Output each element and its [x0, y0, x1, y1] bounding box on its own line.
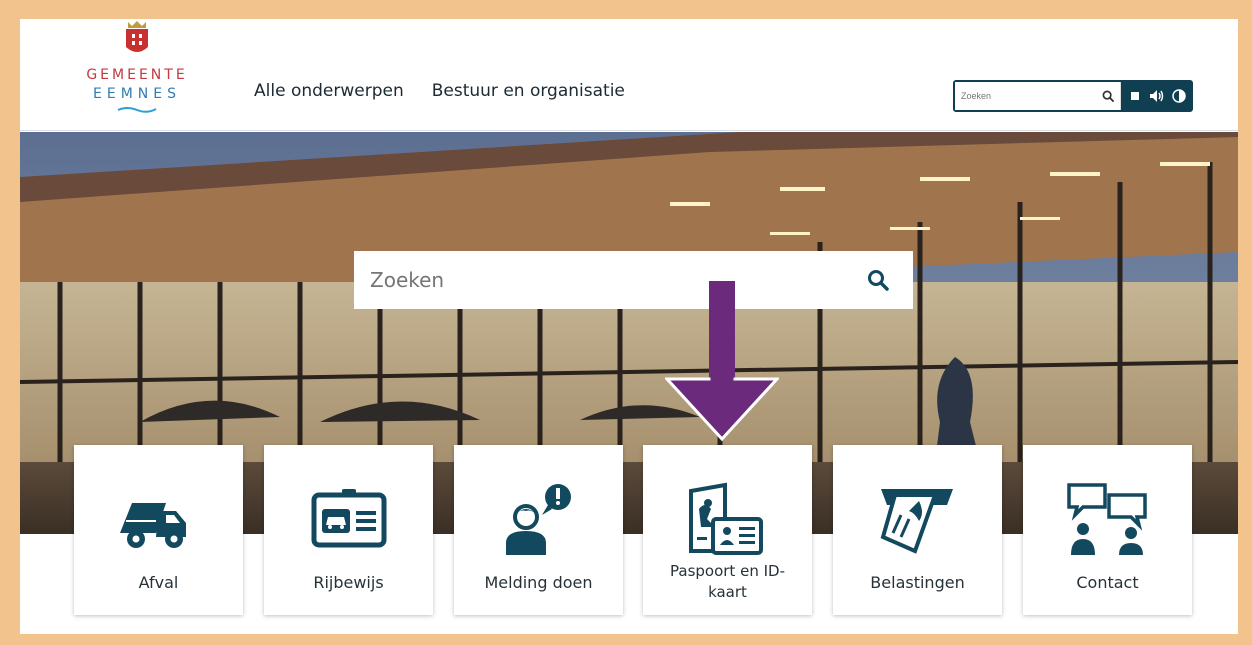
- site-logo[interactable]: GEMEENTE EEMNES: [75, 19, 195, 119]
- logo-text-eemnes: EEMNES: [93, 86, 181, 102]
- tile-label: Melding doen: [484, 573, 593, 592]
- site-header: GEMEENTE EEMNES Alle onderwerpen Bestuur…: [20, 19, 1238, 131]
- tile-paspoort-id[interactable]: Paspoort en ID-kaart: [643, 445, 812, 615]
- passport-id-icon: [689, 482, 763, 555]
- coat-of-arms-icon: [126, 21, 148, 52]
- task-tiles: Afval Rijbewijs Melding doen Paspoort en…: [74, 445, 1194, 615]
- nav-link-bestuur-organisatie[interactable]: Bestuur en organisatie: [432, 81, 625, 101]
- drivers-license-icon: [311, 489, 387, 548]
- garbage-truck-icon: [120, 503, 186, 548]
- tile-label: Belastingen: [870, 573, 965, 592]
- page-frame: GEMEENTE EEMNES Alle onderwerpen Bestuur…: [20, 19, 1238, 634]
- report-person-icon: [506, 484, 571, 555]
- hero-search: [354, 251, 913, 309]
- logo-text-gemeente: GEMEENTE: [86, 67, 188, 83]
- tax-bill-icon: [880, 489, 953, 554]
- accessibility-tools: [1121, 82, 1187, 110]
- logo-wave-icon: [117, 107, 157, 113]
- tile-contact[interactable]: Contact: [1023, 445, 1192, 615]
- stop-button[interactable]: [1127, 88, 1143, 104]
- tile-label: Contact: [1076, 573, 1139, 592]
- tile-rijbewijs[interactable]: Rijbewijs: [264, 445, 433, 615]
- tile-afval[interactable]: Afval: [74, 445, 243, 615]
- search-icon: [868, 270, 889, 291]
- tile-belastingen[interactable]: Belastingen: [833, 445, 1002, 615]
- contact-people-icon: [1067, 483, 1147, 555]
- search-icon: [1102, 90, 1115, 102]
- nav-link-alle-onderwerpen[interactable]: Alle onderwerpen: [254, 81, 404, 101]
- speaker-icon: [1150, 90, 1164, 102]
- header-search-button[interactable]: [1097, 82, 1121, 110]
- tile-label: Rijbewijs: [313, 573, 384, 592]
- down-arrow-annotation: [665, 281, 779, 441]
- header-search: [953, 80, 1193, 112]
- hero-search-button[interactable]: [843, 251, 913, 309]
- header-search-input[interactable]: [955, 82, 1097, 110]
- main-nav: Alle onderwerpen Bestuur en organisatie: [254, 81, 625, 101]
- tile-label: Afval: [138, 573, 179, 592]
- stop-icon: [1131, 92, 1139, 100]
- tile-melding-doen[interactable]: Melding doen: [454, 445, 623, 615]
- contrast-icon: [1172, 89, 1186, 103]
- tile-label: Paspoort en ID-kaart: [670, 562, 785, 601]
- contrast-button[interactable]: [1171, 88, 1187, 104]
- read-aloud-button[interactable]: [1149, 88, 1165, 104]
